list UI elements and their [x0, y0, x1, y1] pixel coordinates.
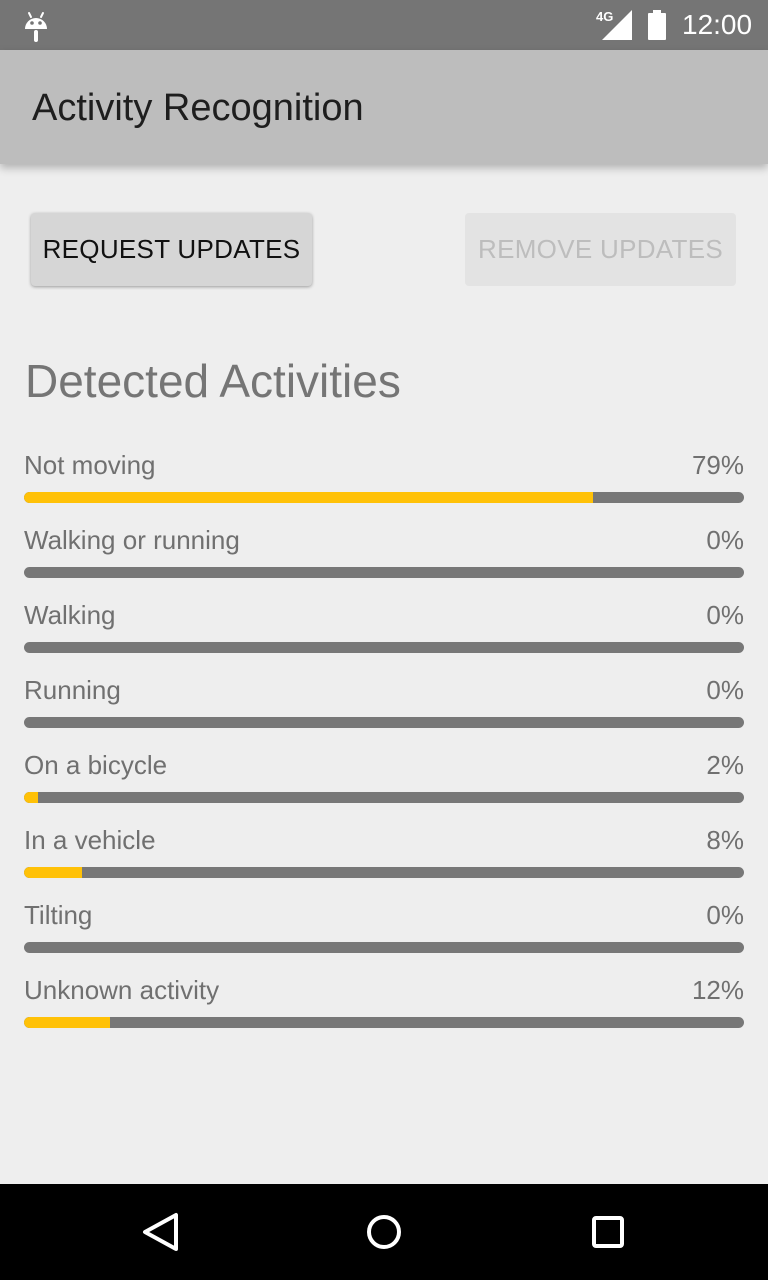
remove-updates-button[interactable]: REMOVE UPDATES	[465, 213, 736, 286]
battery-icon	[648, 10, 666, 40]
activity-row-running: Running 0%	[24, 673, 744, 748]
navigation-bar	[0, 1184, 768, 1280]
activity-progress-bar	[24, 717, 744, 728]
activity-label: On a bicycle	[24, 750, 168, 780]
activity-progress-bar	[24, 492, 744, 503]
activity-row-not-moving: Not moving 79%	[24, 448, 744, 523]
activity-label: Walking or running	[24, 525, 240, 555]
activity-row-tilting: Tilting 0%	[24, 898, 744, 973]
activity-percent: 12%	[691, 975, 744, 1005]
activity-percent: 2%	[706, 750, 744, 780]
activity-progress-bar	[24, 942, 744, 953]
activity-percent: 79%	[691, 450, 744, 480]
activity-percent: 0%	[706, 900, 744, 930]
screen: 4G 12:00 Activity Recognition REQUEST UP…	[0, 0, 768, 1280]
activity-row-on-a-bicycle: On a bicycle 2%	[24, 748, 744, 823]
activity-progress-bar	[24, 1017, 744, 1028]
activity-percent: 0%	[706, 600, 744, 630]
activity-percent: 0%	[706, 525, 744, 555]
signal-icon: 4G	[596, 10, 634, 40]
activity-progress-bar	[24, 642, 744, 653]
activity-progress-bar	[24, 792, 744, 803]
activity-row-walking-or-running: Walking or running 0%	[24, 523, 744, 598]
status-clock: 12:00	[682, 9, 753, 40]
detected-activities-title: Detected Activities	[25, 355, 401, 407]
activity-row-unknown-activity: Unknown activity 12%	[24, 973, 744, 1048]
app-bar: Activity Recognition	[0, 50, 768, 164]
activity-progress-fill	[24, 492, 593, 503]
activity-label: Running	[24, 675, 121, 705]
activity-percent: 0%	[706, 675, 744, 705]
back-icon[interactable]	[130, 1202, 190, 1262]
activity-label: Unknown activity	[24, 975, 220, 1005]
activity-percent: 8%	[706, 825, 744, 855]
home-icon[interactable]	[354, 1202, 414, 1262]
activity-label: Walking	[24, 600, 116, 630]
activity-progress-bar	[24, 867, 744, 878]
activity-progress-fill	[24, 792, 39, 803]
status-bar: 4G 12:00	[0, 0, 768, 50]
recents-icon[interactable]	[578, 1202, 638, 1262]
activity-label: Not moving	[24, 450, 156, 480]
request-updates-button[interactable]: REQUEST UPDATES	[31, 213, 312, 286]
activity-row-in-a-vehicle: In a vehicle 8%	[24, 823, 744, 898]
app-title: Activity Recognition	[32, 87, 364, 129]
android-icon	[25, 12, 47, 42]
activity-row-walking: Walking 0%	[24, 598, 744, 673]
activity-label: Tilting	[24, 900, 93, 930]
activity-label: In a vehicle	[24, 825, 156, 855]
activity-progress-bar	[24, 567, 744, 578]
activity-progress-fill	[24, 867, 82, 878]
activity-progress-fill	[24, 1017, 111, 1028]
